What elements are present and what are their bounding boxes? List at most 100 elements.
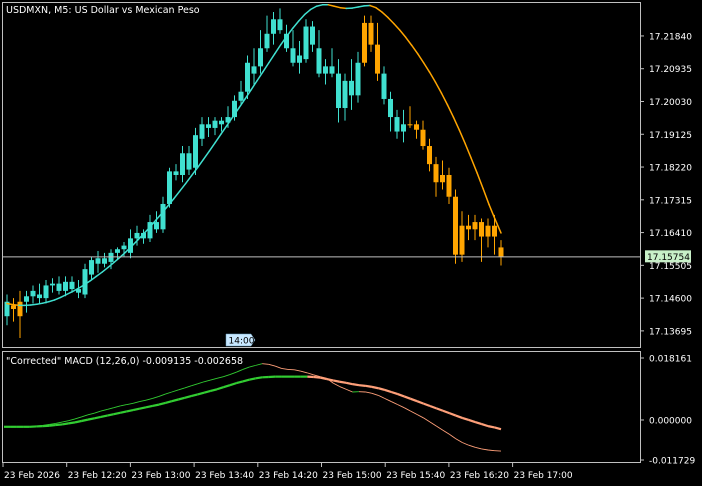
candle-body: [427, 146, 432, 165]
candle-body: [323, 66, 328, 74]
signal-segment: [68, 421, 76, 425]
signal-segment: [145, 404, 153, 409]
signal-segment: [81, 418, 89, 423]
candle-body: [336, 73, 341, 109]
signal-segment: [139, 406, 147, 410]
candle-body: [446, 175, 452, 197]
candle-body: [271, 19, 276, 34]
candle-body: [420, 129, 426, 147]
candle-body: [199, 124, 205, 139]
candle-body: [37, 294, 42, 299]
candle-body: [329, 66, 335, 74]
candle-body: [212, 120, 218, 128]
signal-segment: [371, 385, 379, 390]
signal-segment: [107, 413, 114, 417]
candle-body: [297, 55, 302, 63]
candle-body: [394, 117, 400, 132]
candle-body: [362, 22, 367, 63]
ma-segment: [30, 303, 38, 306]
candle-body: [407, 124, 413, 126]
time-tag-label: 14:00: [229, 337, 255, 347]
time-tick-label: 23 Feb 15:40: [386, 471, 445, 481]
price-tick-label: 17.18220: [649, 164, 692, 174]
candle-body: [89, 260, 94, 275]
candle-body: [316, 48, 322, 74]
candle-body: [440, 175, 445, 183]
candle-body: [186, 153, 192, 170]
time-tick-label: 23 Feb 14:20: [259, 471, 318, 481]
candle-body: [50, 283, 55, 286]
ma-segment: [12, 303, 20, 307]
candle-body: [472, 222, 478, 230]
candle-body: [121, 245, 127, 250]
candle-body: [485, 225, 491, 237]
ma-segment: [36, 302, 44, 306]
ma-segment: [357, 5, 365, 8]
candle-body: [63, 281, 68, 291]
price-tick-label: 17.20935: [649, 65, 692, 75]
candle-body: [69, 281, 75, 290]
price-tick-label: 17.19125: [649, 131, 692, 141]
candle-body: [498, 247, 504, 257]
indicator-tick-label: 0.000000: [649, 416, 692, 426]
indicator-title: "Corrected" MACD (12,26,0) -0.009135 -0.…: [6, 356, 243, 367]
price-tick-label: 17.14600: [649, 295, 692, 305]
candle-body: [173, 171, 179, 175]
signal-segment: [339, 380, 347, 384]
trading-chart[interactable]: USDMXN, M5: US Dollar vs Mexican Peso 14…: [0, 0, 702, 486]
candle-body: [82, 269, 88, 295]
candle-body: [349, 80, 354, 96]
candle-body: [277, 19, 283, 31]
candle-body: [368, 22, 374, 45]
signal-segment: [94, 415, 102, 420]
candle-body: [258, 48, 263, 67]
signal-segment: [313, 375, 321, 379]
candle-body: [219, 120, 224, 125]
price-tick-label: 17.15505: [649, 262, 692, 272]
signal-segment: [100, 414, 108, 418]
signal-segment: [332, 379, 340, 383]
candle-body: [303, 26, 309, 60]
candle-body: [355, 62, 361, 96]
signal-segment: [61, 422, 69, 426]
ma-segment: [351, 6, 359, 9]
current-price-tag: 17.15754: [645, 250, 691, 263]
candle-body: [492, 225, 497, 237]
candle-body: [466, 225, 471, 230]
time-tick-label: 23 Feb 13:00: [131, 471, 190, 481]
candle-body: [43, 285, 49, 299]
candle-body: [206, 124, 211, 128]
time-tick-label: 23 Feb 13:40: [195, 471, 254, 481]
signal-segment: [358, 384, 366, 387]
candle-body: [167, 171, 172, 204]
candle-body: [160, 203, 166, 230]
price-tick-label: 17.21840: [649, 32, 692, 42]
signal-segment: [55, 423, 63, 427]
chart-title: USDMXN, M5: US Dollar vs Mexican Peso: [6, 5, 200, 16]
candle-body: [264, 33, 270, 49]
candle-body: [102, 258, 107, 264]
signal-segment: [345, 381, 353, 386]
candle-body: [459, 225, 465, 255]
signal-segment: [249, 377, 256, 381]
candle-body: [238, 91, 244, 101]
signal-segment: [487, 425, 495, 429]
indicator-tick-label: 0.018161: [649, 355, 692, 365]
signal-segment: [87, 417, 95, 421]
signal-segment: [74, 419, 82, 424]
signal-segment: [352, 383, 360, 387]
candle-body: [433, 164, 439, 183]
signal-segment: [49, 423, 56, 427]
candle-body: [95, 258, 101, 264]
candle-body: [381, 73, 387, 99]
candle-body: [17, 301, 23, 317]
price-tick-label: 17.13695: [649, 327, 692, 337]
candle-body: [290, 48, 296, 63]
candle-body: [388, 98, 393, 118]
ma-segment: [339, 6, 348, 10]
candle-body: [134, 232, 140, 239]
candle-body: [115, 249, 120, 253]
candle-body: [414, 124, 419, 130]
current-price-label: 17.15754: [647, 253, 690, 263]
candle-body: [56, 283, 62, 291]
